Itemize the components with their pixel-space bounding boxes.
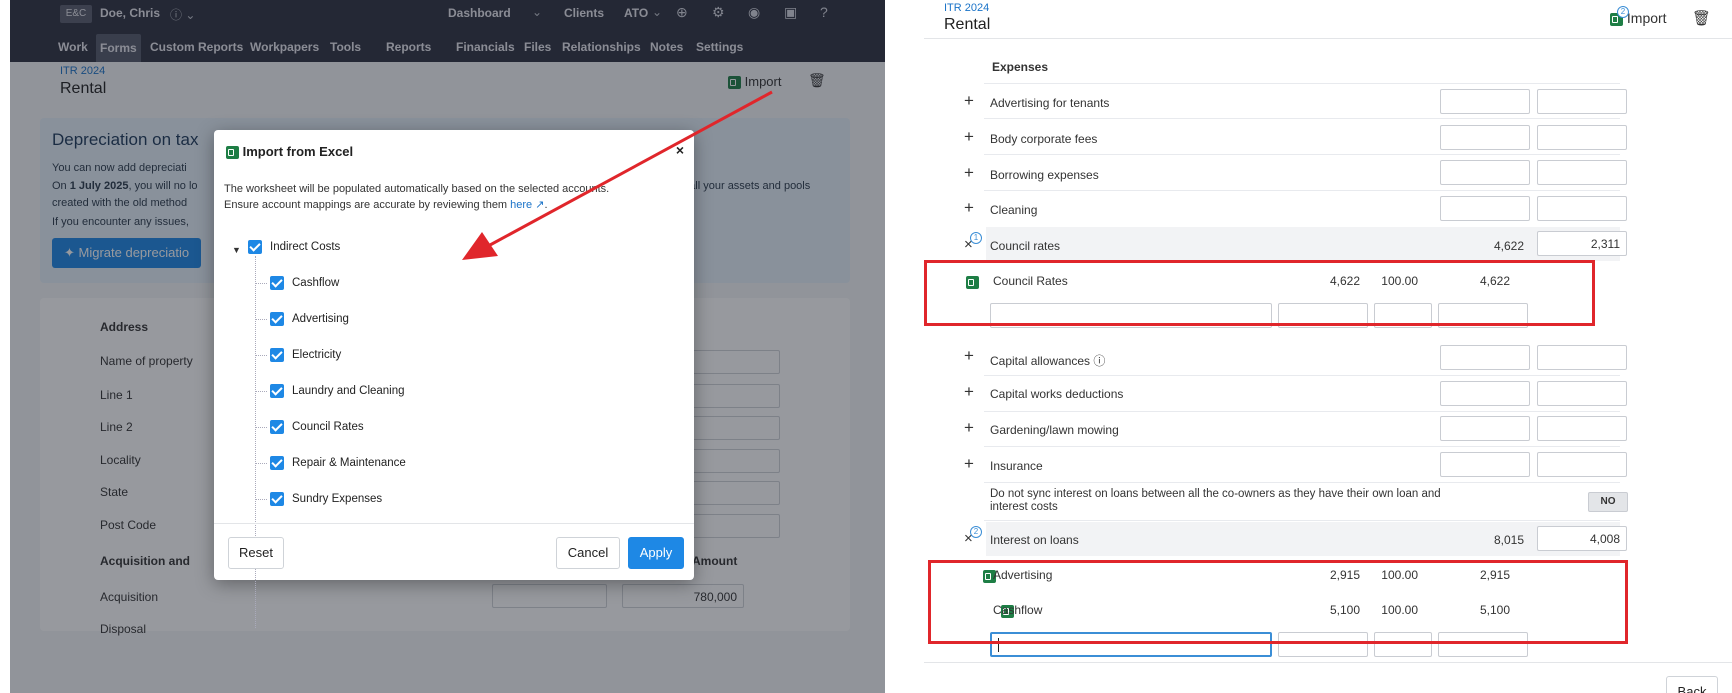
total-value: 4,622 [1493,239,1524,253]
expand-plus-icon[interactable]: + [964,346,974,366]
breadcrumb[interactable]: ITR 2024 [944,2,989,14]
share-input[interactable]: 4,008 [1537,526,1627,551]
import-count-badge: 1 [970,232,982,244]
interest-row [986,522,1620,556]
annotation-highlight [924,260,1595,326]
expand-plus-icon[interactable]: + [964,454,974,474]
expand-plus-icon[interactable]: + [964,418,974,438]
left-panel: E&C Doe, Chris ⓘ ⌄ Dashboard ⌄ Clients A… [10,0,885,693]
expense-label: Cleaning [990,203,1038,217]
expand-plus-icon[interactable]: + [964,127,974,147]
import-count-badge: 2 [1617,6,1629,18]
page-title: Rental [944,16,991,33]
expense-label: Interest on loans [990,533,1079,547]
annotation-arrow [462,90,773,260]
expand-plus-icon[interactable]: + [964,198,974,218]
council-rates-row [986,227,1620,261]
expand-plus-icon[interactable]: + [964,382,974,402]
annotation-highlight [928,560,1628,644]
import-count-badge: 2 [970,526,982,538]
share-input[interactable]: 2,311 [1537,231,1627,256]
trash-icon[interactable]: 🗑 [1692,9,1711,27]
back-button[interactable]: Back [1666,676,1718,693]
expand-plus-icon[interactable]: + [964,91,974,111]
share-input[interactable] [1537,196,1627,221]
total-value: 8,015 [1493,533,1524,547]
amount-input[interactable] [1440,196,1530,221]
right-panel: ITR 2024 Rental Import 2 🗑 Expenses + Ad… [924,0,1732,693]
expand-plus-icon[interactable]: + [964,163,974,183]
expense-label: Council rates [990,239,1061,253]
